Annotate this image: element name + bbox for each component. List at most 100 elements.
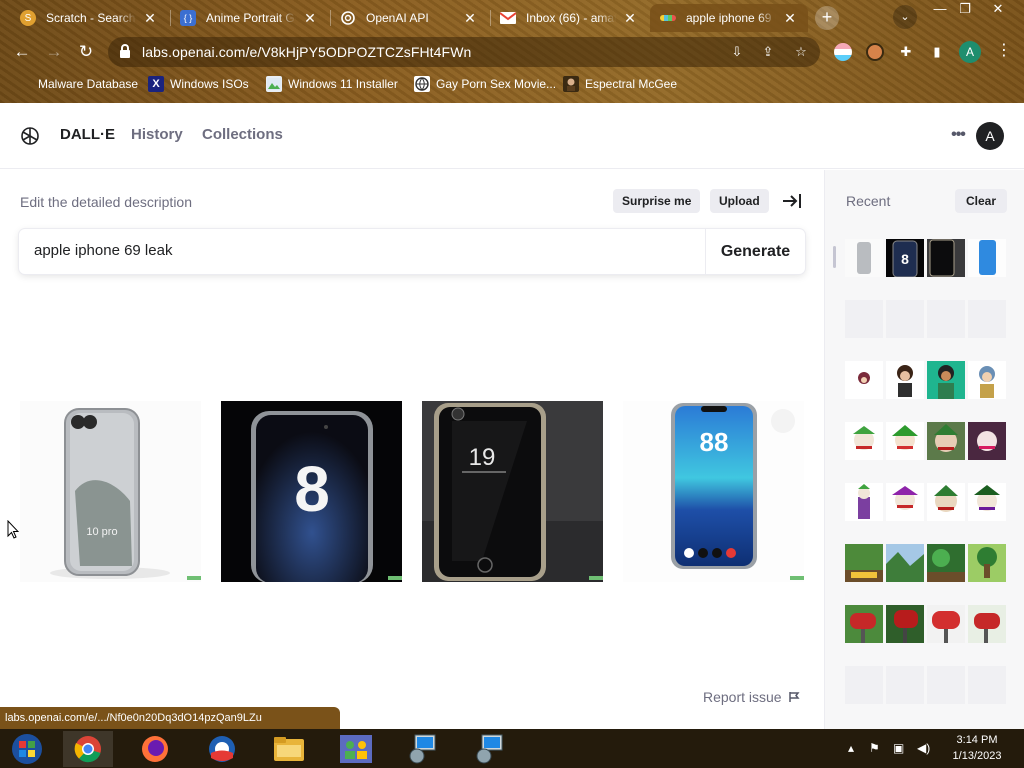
recent-thumbnail[interactable] xyxy=(886,605,924,643)
browser-menu-icon[interactable]: ⋮ xyxy=(996,41,1012,63)
nav-history[interactable]: History xyxy=(131,126,183,143)
recent-thumbnail[interactable] xyxy=(845,239,883,277)
recent-thumbnail[interactable] xyxy=(927,605,965,643)
window-close-button[interactable]: ✕ xyxy=(983,0,1013,18)
collapse-sidebar-icon[interactable] xyxy=(781,191,803,211)
result-screen-text: 88 xyxy=(700,427,729,457)
user-avatar[interactable]: A xyxy=(976,122,1004,150)
taskbar-people-app[interactable] xyxy=(331,731,381,767)
more-options-icon[interactable]: ••• xyxy=(947,125,969,147)
extension-flag-icon[interactable] xyxy=(834,43,852,61)
new-tab-button[interactable]: + xyxy=(815,6,839,30)
share-icon[interactable]: ⇪ xyxy=(759,43,777,61)
recent-thumbnail[interactable] xyxy=(845,422,883,460)
sidebar-scroll-handle[interactable] xyxy=(833,246,836,268)
tab-scratch-search[interactable]: S Scratch - Search ✕ xyxy=(10,4,168,32)
tab-openai-api[interactable]: OpenAI API ✕ xyxy=(330,4,488,32)
taskbar-remote-desktop-2[interactable] xyxy=(465,731,515,767)
tab-gmail-inbox[interactable]: Inbox (66) - amat ✕ xyxy=(490,4,648,32)
recent-thumbnail[interactable] xyxy=(927,544,965,582)
recent-thumbnail[interactable] xyxy=(968,605,1006,643)
prompt-input[interactable]: apple iphone 69 leak xyxy=(34,242,172,259)
taskbar-file-explorer[interactable] xyxy=(264,731,314,767)
recent-thumbnail[interactable] xyxy=(845,483,883,521)
recent-thumbnail[interactable] xyxy=(845,361,883,399)
taskbar-clock[interactable]: 3:14 PM 1/13/2023 xyxy=(946,732,1008,764)
recent-thumbnail[interactable] xyxy=(886,361,924,399)
generate-button[interactable]: Generate xyxy=(705,229,805,274)
restore-button[interactable]: ❐ xyxy=(950,0,980,18)
recent-thumbnail[interactable] xyxy=(968,483,1006,521)
recent-thumbnail[interactable] xyxy=(968,239,1006,277)
campaign-logo-icon xyxy=(209,736,235,762)
report-issue-link[interactable]: Report issue xyxy=(703,689,800,705)
recent-thumbnail-placeholder xyxy=(845,300,883,338)
address-bar[interactable]: labs.openai.com/e/V8kHjPY5ODPOZTCZsFHt4F… xyxy=(108,37,820,67)
forward-button[interactable]: → xyxy=(42,40,66,64)
extension-face-icon[interactable] xyxy=(866,43,884,61)
network-icon[interactable]: ▣ xyxy=(893,741,904,755)
bookmark-movies[interactable]: Gay Porn Sex Movie... xyxy=(414,74,556,94)
close-icon[interactable]: ✕ xyxy=(622,10,638,27)
result-screen-text: 8 xyxy=(294,453,330,525)
recent-thumbnail-placeholder xyxy=(886,666,924,704)
recent-thumbnail[interactable] xyxy=(927,361,965,399)
install-icon[interactable]: ⇩ xyxy=(728,43,746,61)
recent-thumbnail[interactable] xyxy=(927,239,965,277)
recent-thumbnail[interactable] xyxy=(886,544,924,582)
bookmark-malware-database[interactable]: Malware Database xyxy=(14,74,138,94)
volume-icon[interactable]: ◀) xyxy=(917,741,930,755)
side-panel-icon[interactable]: ▮ xyxy=(928,43,946,61)
bookmark-windows-11-installer[interactable]: Windows 11 Installer xyxy=(266,74,398,94)
tab-anime-portrait[interactable]: { } Anime Portrait Ge ✕ xyxy=(170,4,328,32)
nav-collections[interactable]: Collections xyxy=(202,126,283,143)
profile-avatar[interactable]: A xyxy=(959,41,981,63)
chrome-icon xyxy=(74,736,101,763)
result-screen-text: 19 xyxy=(469,444,496,471)
bookmark-star-icon[interactable]: ☆ xyxy=(792,43,810,61)
link-status-bubble: labs.openai.com/e/.../Nf0e0n20Dq3dO14pzQ… xyxy=(0,707,340,729)
recent-thumbnail[interactable] xyxy=(886,483,924,521)
taskbar-chrome[interactable] xyxy=(63,731,113,767)
recent-thumbnail[interactable] xyxy=(886,422,924,460)
recent-thumbnail[interactable] xyxy=(927,422,965,460)
close-icon[interactable]: ✕ xyxy=(462,10,478,27)
recent-thumbnail[interactable] xyxy=(968,361,1006,399)
result-image-2[interactable]: 8 xyxy=(221,401,402,582)
recent-thumbnail[interactable] xyxy=(968,544,1006,582)
taskbar-firefox[interactable] xyxy=(130,731,180,767)
taskbar-obama-app[interactable] xyxy=(197,731,247,767)
address-url[interactable]: labs.openai.com/e/V8kHjPY5ODPOZTCZsFHt4F… xyxy=(142,44,471,60)
taskbar-remote-desktop-1[interactable] xyxy=(398,731,448,767)
close-icon[interactable]: ✕ xyxy=(782,10,798,27)
reload-button[interactable]: ↻ xyxy=(74,40,98,64)
recent-thumbnail[interactable] xyxy=(845,544,883,582)
tab-dalle-active[interactable]: apple iphone 69 le ✕ xyxy=(650,4,808,32)
result-image-1[interactable]: 10 pro xyxy=(20,401,201,582)
tab-search-button[interactable]: ⌄ xyxy=(893,5,917,29)
recent-row xyxy=(845,300,1007,338)
bookmark-espectral-mcgee[interactable]: Espectral McGee xyxy=(563,74,677,94)
result-image-3[interactable]: 19 xyxy=(422,401,603,582)
start-button[interactable] xyxy=(2,731,52,767)
show-hidden-icons[interactable]: ▴ xyxy=(848,741,854,755)
surprise-me-button[interactable]: Surprise me xyxy=(613,189,701,213)
recent-thumbnail[interactable] xyxy=(927,483,965,521)
tab-strip: S Scratch - Search ✕ { } Anime Portrait … xyxy=(0,0,1024,34)
recent-thumbnail[interactable] xyxy=(845,605,883,643)
x-logo-icon: X xyxy=(148,76,164,92)
recent-thumbnail[interactable]: 8 xyxy=(886,239,924,277)
close-icon[interactable]: ✕ xyxy=(302,10,318,27)
clear-button[interactable]: Clear xyxy=(955,189,1007,213)
upload-button[interactable]: Upload xyxy=(710,189,769,213)
nav-dalle[interactable]: DALL·E xyxy=(60,126,115,143)
close-icon[interactable]: ✕ xyxy=(142,10,158,27)
extensions-puzzle-icon[interactable]: ✚ xyxy=(897,43,915,61)
flag-tray-icon[interactable]: ⚑ xyxy=(869,741,880,755)
openai-logo-icon[interactable] xyxy=(19,125,41,147)
bookmark-windows-isos[interactable]: X Windows ISOs xyxy=(148,74,249,94)
recent-thumbnail[interactable] xyxy=(968,422,1006,460)
recent-row: 8 xyxy=(845,239,1007,277)
back-button[interactable]: ← xyxy=(10,40,34,64)
result-image-4[interactable]: 88 xyxy=(623,401,804,582)
